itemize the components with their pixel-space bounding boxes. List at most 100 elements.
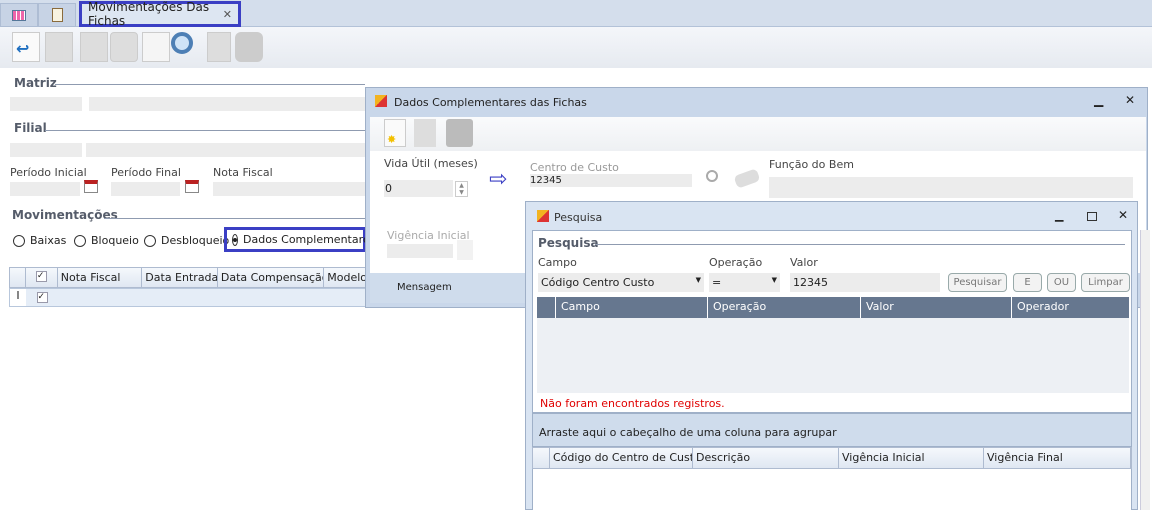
tab-checklist[interactable] (38, 3, 76, 27)
col-modelo[interactable]: Modelo (324, 268, 368, 287)
filial-code-field[interactable] (10, 143, 82, 157)
section-matriz: Matriz (14, 76, 57, 90)
radio-baixas[interactable]: Baixas (13, 234, 66, 247)
maximize-icon[interactable] (1087, 212, 1097, 221)
close-icon[interactable]: ✕ (223, 8, 232, 21)
spinner[interactable]: ▲ ▼ (455, 181, 468, 197)
campo-label: Campo (538, 256, 577, 269)
divider (45, 130, 365, 131)
col-operacao[interactable]: Operação (708, 297, 861, 318)
section-pesquisa: Pesquisa (538, 236, 599, 250)
divider (104, 218, 365, 219)
select-all-checkbox[interactable]: ✓ (35, 271, 47, 282)
results-grid-header: Código do Centro de Custo Descrição Vigê… (532, 447, 1132, 469)
close-icon[interactable]: ✕ (1118, 208, 1128, 222)
cancel-doc-icon[interactable] (207, 32, 231, 62)
funcao-bem-input[interactable] (769, 177, 1133, 198)
col-valor[interactable]: Valor (861, 297, 1012, 318)
search-icon[interactable] (706, 170, 718, 182)
no-records-message: Não foram encontrados registros. (540, 397, 725, 410)
chevron-down-icon: ▼ (695, 276, 701, 284)
col-campo[interactable]: Campo (556, 297, 708, 318)
e-button[interactable]: E (1013, 273, 1042, 292)
grid-icon (12, 9, 26, 21)
group-panel: Arraste aqui o cabeçalho de uma coluna p… (532, 413, 1132, 447)
limpar-button[interactable]: Limpar (1081, 273, 1130, 292)
movements-grid-header: ✓ Nota Fiscal Data Entrada Data Compensa… (9, 267, 369, 288)
clipboard-icon (51, 8, 63, 22)
divider (55, 84, 365, 85)
divider (595, 244, 1125, 245)
arrow-right-icon: ⇨ (489, 167, 508, 192)
vigencia-inicial-input[interactable] (387, 244, 453, 258)
scrollbar[interactable] (1140, 230, 1150, 510)
window-icon (375, 95, 387, 107)
nota-fiscal-field[interactable] (213, 182, 365, 196)
tab-label: Movimentações Das Fichas (88, 0, 210, 28)
minimize-icon[interactable]: ▁ (1055, 209, 1063, 222)
nota-fiscal-label: Nota Fiscal (213, 166, 273, 179)
col-nota-fiscal[interactable]: Nota Fiscal (58, 268, 143, 287)
row-cursor-icon: I (10, 289, 26, 306)
approve-icon[interactable] (110, 32, 138, 62)
forward-doc-icon[interactable] (45, 32, 73, 62)
new-copy-icon[interactable] (142, 32, 170, 62)
col-data-compensacao[interactable]: Data Compensação (218, 268, 325, 287)
row-checkbox[interactable]: ✓ (36, 292, 48, 303)
calendar-icon[interactable] (457, 240, 473, 260)
funcao-bem-label: Função do Bem (769, 158, 854, 171)
periodo-inicial-field[interactable] (10, 182, 80, 196)
search-icon[interactable] (171, 32, 193, 54)
valor-input[interactable]: 12345 (790, 273, 940, 292)
new-icon[interactable]: ✸ (384, 119, 406, 147)
close-icon[interactable]: ✕ (1125, 93, 1135, 107)
tab-movimentacoes[interactable]: Movimentações Das Fichas ✕ (79, 0, 241, 28)
col-codigo-centro-custo[interactable]: Código do Centro de Custo (550, 448, 693, 468)
filter-grid-body (537, 318, 1129, 393)
table-row[interactable]: I ✓ (9, 288, 369, 307)
minimize-icon[interactable]: ▁ (1094, 93, 1103, 107)
pesquisa-title: Pesquisa (554, 211, 603, 224)
calendar-icon[interactable] (84, 180, 98, 193)
mensagem-tab[interactable]: Mensagem (370, 273, 530, 303)
vida-util-label: Vida Útil (meses) (384, 157, 478, 170)
valor-label: Valor (790, 256, 818, 269)
col-descricao[interactable]: Descrição (693, 448, 839, 468)
dialog-title: Dados Complementares das Fichas (394, 96, 587, 109)
dialog-toolbar (370, 117, 1146, 151)
radio-bloqueio[interactable]: Bloqueio (74, 234, 139, 247)
section-filial: Filial (14, 121, 47, 135)
periodo-inicial-label: Período Inicial (10, 166, 87, 179)
filter-grid-header: Campo Operação Valor Operador (537, 297, 1129, 318)
tab-home[interactable] (0, 3, 38, 27)
radio-dados-complementares[interactable]: Dados Complementares (224, 227, 375, 252)
matriz-name-field[interactable] (89, 97, 365, 111)
operacao-select[interactable]: = ▼ (709, 273, 780, 292)
undo-icon[interactable] (414, 119, 436, 147)
filial-name-field[interactable] (86, 143, 365, 157)
section-movimentacoes: Movimentações (12, 208, 118, 222)
lock-doc-icon[interactable] (80, 32, 108, 62)
pesquisar-button[interactable]: Pesquisar (948, 273, 1007, 292)
centro-custo-input[interactable]: 12345 (530, 174, 692, 187)
periodo-final-label: Período Final (111, 166, 181, 179)
radio-desbloqueio[interactable]: Desbloqueio (144, 234, 229, 247)
col-operador[interactable]: Operador (1012, 297, 1129, 318)
operacao-label: Operação (709, 256, 763, 269)
matriz-code-field[interactable] (10, 97, 82, 111)
campo-select[interactable]: Código Centro Custo ▼ (538, 273, 704, 292)
window-icon (537, 210, 549, 222)
return-icon[interactable]: ↩ (12, 32, 40, 62)
unlock-icon[interactable] (235, 32, 263, 62)
save-icon[interactable] (446, 119, 473, 147)
periodo-final-field[interactable] (111, 182, 180, 196)
col-vigencia-inicial[interactable]: Vigência Inicial (839, 448, 984, 468)
chevron-down-icon: ▼ (771, 276, 777, 284)
col-vigencia-final[interactable]: Vigência Final (984, 448, 1131, 468)
calendar-icon[interactable] (185, 180, 199, 193)
results-grid-body (532, 469, 1132, 510)
vida-util-input[interactable]: 0 (384, 180, 453, 197)
col-data-entrada[interactable]: Data Entrada (142, 268, 218, 287)
centro-custo-label: Centro de Custo (530, 161, 619, 174)
ou-button[interactable]: OU (1047, 273, 1076, 292)
